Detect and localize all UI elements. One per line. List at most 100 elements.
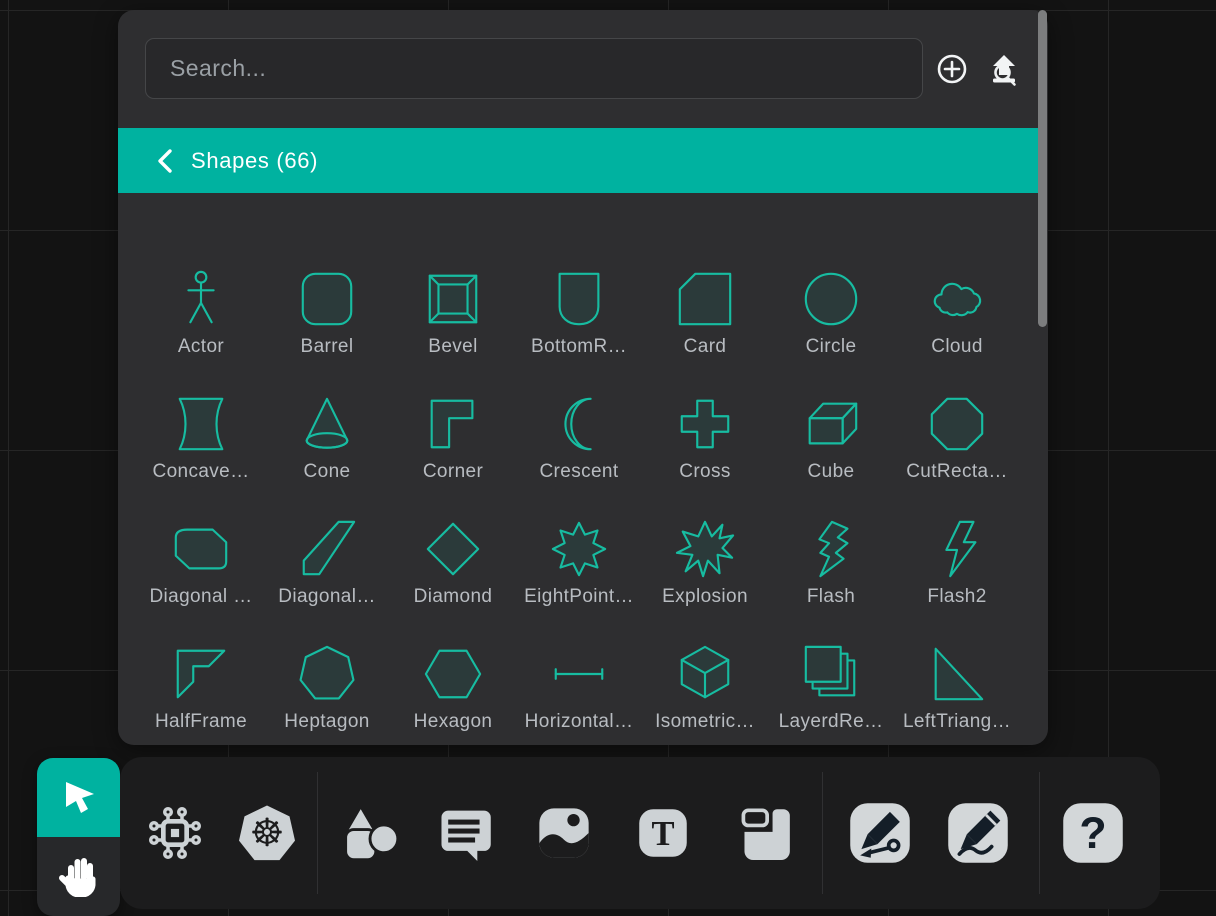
shape-item-flash[interactable]: Flash <box>768 483 894 608</box>
shape-item-bevel[interactable]: Bevel <box>390 233 516 358</box>
network-tool-button[interactable] <box>145 803 205 863</box>
pointer-tool-stack <box>37 758 120 916</box>
shapes-icon <box>341 804 399 862</box>
shape-item-diamond[interactable]: Diamond <box>390 483 516 608</box>
shape-label: Barrel <box>301 336 354 358</box>
diamond-shape-icon <box>421 517 485 581</box>
panel-header: Shapes (66) <box>118 128 1038 193</box>
shape-item-eight-point-star[interactable]: EightPoint… <box>516 483 642 608</box>
shape-item-crescent[interactable]: Crescent <box>516 358 642 483</box>
shapes-panel: Shapes (66) Actor Barrel Bevel BottomR… Card… <box>118 10 1048 745</box>
barrel-shape-icon <box>295 267 359 331</box>
shape-item-diagonal-stripe[interactable]: Diagonal… <box>264 483 390 608</box>
comment-icon <box>437 805 493 861</box>
shape-label: Diamond <box>414 586 493 608</box>
shape-label: Bevel <box>428 336 477 358</box>
pen-path-icon <box>849 802 911 864</box>
shape-label: Crescent <box>539 461 618 483</box>
toolbar-divider <box>317 772 318 894</box>
upload-button[interactable] <box>987 52 1021 86</box>
shape-item-heptagon[interactable]: Heptagon <box>264 608 390 733</box>
shape-item-left-triangle[interactable]: LeftTriang… <box>894 608 1020 733</box>
shape-label: Diagonal … <box>149 586 252 608</box>
cone-shape-icon <box>295 392 359 456</box>
bottom-toolbar: ☸ <box>120 757 1160 909</box>
kubernetes-tool-button[interactable]: ☸ <box>237 803 297 863</box>
pan-tool-button[interactable] <box>37 837 120 916</box>
shape-label: Horizontal… <box>525 711 634 733</box>
eight-point-star-shape-icon <box>547 517 611 581</box>
corner-shape-icon <box>421 392 485 456</box>
shape-label: LayerdRe… <box>779 711 884 733</box>
shape-label: Concave… <box>152 461 249 483</box>
shape-label: Actor <box>178 336 224 358</box>
shape-item-card[interactable]: Card <box>642 233 768 358</box>
text-icon: T <box>636 806 690 860</box>
text-tool-button[interactable]: T <box>633 803 693 863</box>
heptagon-shape-icon <box>295 642 359 706</box>
crescent-shape-icon <box>547 392 611 456</box>
shape-label: Flash2 <box>927 586 986 608</box>
layered-rectangle-shape-icon <box>799 642 863 706</box>
shape-label: Flash <box>807 586 855 608</box>
toolbar-divider <box>822 772 823 894</box>
shape-grid: ActorBarrelBevelBottomR…CardCircleCloudC… <box>118 193 1038 745</box>
comment-tool-button[interactable] <box>435 803 495 863</box>
actor-shape-icon <box>169 267 233 331</box>
circle-shape-icon <box>799 267 863 331</box>
shape-item-diagonal-rounded[interactable]: Diagonal … <box>138 483 264 608</box>
diagonal-stripe-shape-icon <box>295 517 359 581</box>
shape-item-isometric-cube[interactable]: Isometric… <box>642 608 768 733</box>
shape-label: Cone <box>304 461 351 483</box>
shape-item-hexagon[interactable]: Hexagon <box>390 608 516 733</box>
back-chevron-icon[interactable] <box>156 148 176 174</box>
shape-item-concave[interactable]: Concave… <box>138 358 264 483</box>
shape-item-layered-rectangle[interactable]: LayerdRe… <box>768 608 894 733</box>
shape-item-horizontal-line[interactable]: Horizontal… <box>516 608 642 733</box>
shape-item-corner[interactable]: Corner <box>390 358 516 483</box>
panel-scrollbar[interactable] <box>1038 10 1047 327</box>
select-tool-button[interactable] <box>37 758 120 837</box>
card-shape-icon <box>673 267 737 331</box>
cross-shape-icon <box>673 392 737 456</box>
shape-label: Cloud <box>931 336 983 358</box>
shape-item-circle[interactable]: Circle <box>768 233 894 358</box>
image-tool-button[interactable] <box>534 803 594 863</box>
bottom-rounded-shape-icon <box>547 267 611 331</box>
cursor-arrow-icon <box>58 775 100 820</box>
explosion-shape-icon <box>673 517 737 581</box>
add-shape-button[interactable] <box>935 52 969 86</box>
shape-item-cross[interactable]: Cross <box>642 358 768 483</box>
isometric-cube-shape-icon <box>673 642 737 706</box>
shape-item-barrel[interactable]: Barrel <box>264 233 390 358</box>
search-input[interactable] <box>145 38 923 99</box>
shape-label: LeftTriang… <box>903 711 1011 733</box>
shape-label: Isometric… <box>655 711 755 733</box>
shape-item-cube[interactable]: Cube <box>768 358 894 483</box>
shape-item-cone[interactable]: Cone <box>264 358 390 483</box>
horizontal-line-shape-icon <box>547 642 611 706</box>
pen-tool-button[interactable] <box>849 802 911 864</box>
note-tool-button[interactable] <box>735 803 795 863</box>
shape-item-cut-rectangle[interactable]: CutRecta… <box>894 358 1020 483</box>
hand-icon <box>57 853 101 900</box>
shape-item-actor[interactable]: Actor <box>138 233 264 358</box>
image-icon <box>536 805 592 861</box>
help-tool-button[interactable]: ? <box>1062 802 1124 864</box>
svg-text:?: ? <box>1079 809 1106 858</box>
shape-item-bottom-rounded[interactable]: BottomR… <box>516 233 642 358</box>
shapes-tool-button[interactable] <box>340 803 400 863</box>
cloud-shape-icon <box>925 267 989 331</box>
hexagon-shape-icon <box>421 642 485 706</box>
shape-label: EightPoint… <box>524 586 634 608</box>
cube-shape-icon <box>799 392 863 456</box>
draw-tool-button[interactable] <box>947 802 1009 864</box>
kubernetes-helm-icon: ☸ <box>237 803 297 863</box>
shape-item-cloud[interactable]: Cloud <box>894 233 1020 358</box>
note-icon <box>738 806 792 860</box>
shape-item-flash2[interactable]: Flash2 <box>894 483 1020 608</box>
shape-item-explosion[interactable]: Explosion <box>642 483 768 608</box>
flash-shape-icon <box>799 517 863 581</box>
shape-item-half-frame[interactable]: HalfFrame <box>138 608 264 733</box>
shape-label: Card <box>684 336 727 358</box>
